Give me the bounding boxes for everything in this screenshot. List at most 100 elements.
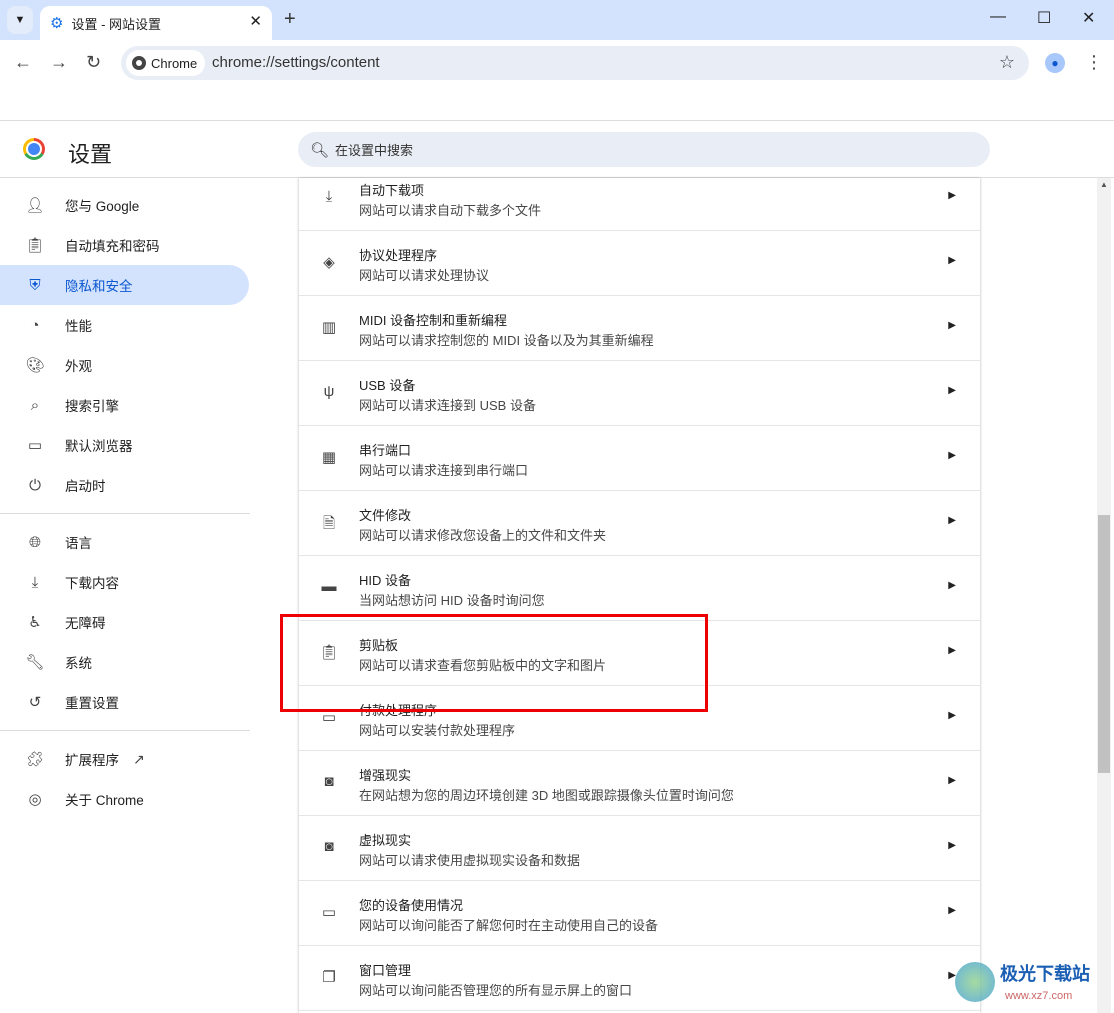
back-button[interactable]: ← [14, 52, 32, 73]
close-tab-icon[interactable]: ✕ [249, 12, 262, 30]
chevron-right-icon[interactable]: ▶ [948, 905, 956, 916]
sidebar-item-label: 默认浏览器 [65, 439, 133, 454]
sidebar-item-label: 扩展程序 [65, 753, 119, 768]
sidebar-item-label: 隐私和安全 [65, 279, 133, 294]
settings-search-input[interactable]: 🔍︎ 在设置中搜索 [298, 132, 990, 167]
chevron-right-icon[interactable]: ▶ [948, 580, 956, 591]
external-link-icon[interactable]: ↗ [133, 751, 145, 768]
sidebar-item[interactable]: ⌕ 搜索引擎 [0, 385, 249, 425]
gear-icon: ⚙ [50, 15, 64, 32]
sidebar-item[interactable]: ▭ 默认浏览器 [0, 425, 249, 465]
reload-button[interactable]: ↻ [86, 52, 101, 73]
row-subtitle: 网站可以请求控制您的 MIDI 设备以及为其重新编程 [359, 333, 654, 348]
row-title: 文件修改 [359, 508, 412, 523]
download-icon: ⤓ [325, 188, 333, 205]
row-subtitle: 网站可以请求自动下载多个文件 [359, 203, 542, 218]
sidebar-item[interactable]: 📋︎ 自动填充和密码 [0, 225, 249, 265]
clipboard-icon: 📋︎ [25, 237, 45, 254]
shield-icon: ⛨ [29, 276, 41, 294]
protocol-icon: ◈ [323, 254, 335, 271]
settings-row[interactable]: ψ USB 设备网站可以请求连接到 USB 设备 ▶ [299, 361, 980, 426]
scrollbar[interactable]: ▲ [1097, 178, 1111, 1013]
chevron-right-icon[interactable]: ▶ [948, 320, 956, 331]
settings-row[interactable]: ◈ 协议处理程序 网站可以请求处理协议 ▶ [299, 231, 980, 296]
chevron-right-icon[interactable]: ▶ [948, 190, 956, 201]
row-subtitle: 网站可以请求连接到 USB 设备 [359, 398, 536, 413]
chevron-right-icon[interactable]: ▶ [948, 710, 956, 721]
row-title: 窗口管理 [359, 963, 412, 978]
bookmark-star-icon[interactable]: ☆ [999, 52, 1015, 73]
history-icon: ↺ [28, 694, 42, 711]
chevron-right-icon[interactable]: ▶ [948, 385, 956, 396]
sidebar-item-label: 搜索引擎 [65, 399, 119, 414]
tab-title: 设置 - 网站设置 [71, 16, 162, 32]
sidebar-item[interactable]: ⛨ 隐私和安全 [0, 265, 249, 305]
page-title: 设置 [68, 142, 113, 167]
settings-row[interactable]: ◙ 虚拟现实 网站可以请求使用虚拟现实设备和数据 ▶ [299, 816, 980, 881]
window-icon: ❐ [322, 969, 336, 986]
chevron-right-icon[interactable]: ▶ [948, 840, 956, 851]
chevron-right-icon[interactable]: ▶ [948, 775, 956, 786]
profile-avatar[interactable]: ● [1045, 53, 1065, 73]
search-placeholder: 在设置中搜索 [335, 143, 414, 158]
sidebar-item[interactable]: ⏻ 启动时 [0, 465, 249, 505]
sidebar-item-label: 系统 [65, 656, 92, 671]
sidebar-item[interactable]: 🌐︎ 语言 [0, 522, 249, 562]
devices-icon: ▭ [321, 904, 337, 921]
sidebar-item-label: 下载内容 [65, 576, 119, 591]
forward-button[interactable]: → [50, 52, 68, 73]
person-icon: 👤︎ [25, 197, 45, 214]
row-subtitle: 在网站想为您的周边环境创建 3D 地图或跟踪摄像头位置时询问您 [359, 788, 734, 803]
usb-icon: ψ [323, 383, 335, 400]
chevron-right-icon[interactable]: ▶ [948, 515, 956, 526]
settings-row[interactable]: ❐ 窗口管理 网站可以询问能否管理您的所有显示屏上的窗口 ▶ [299, 946, 980, 1011]
browser-icon: ▭ [27, 437, 43, 454]
chevron-right-icon[interactable]: ▶ [948, 255, 956, 266]
address-bar[interactable]: Chrome chrome://settings/content ☆ [121, 46, 1029, 80]
sidebar-item-label: 关于 Chrome [65, 793, 144, 808]
sidebar-divider [0, 730, 250, 731]
sidebar-item[interactable]: 👤︎ 您与 Google [0, 185, 249, 225]
settings-header: 设置 🔍︎ 在设置中搜索 [0, 120, 1114, 178]
settings-row[interactable]: 🗎︎ 文件修改 网站可以请求修改您设备上的文件和文件夹 ▶ [299, 491, 980, 556]
sidebar-item[interactable]: 🧩︎ 扩展程序 ↗ [0, 739, 249, 779]
sidebar-item[interactable]: 🔧︎ 系统 [0, 642, 249, 682]
scroll-up-icon[interactable]: ▲ [1100, 180, 1108, 189]
scrollbar-thumb[interactable] [1098, 515, 1110, 773]
sidebar-item[interactable]: ↺ 重置设置 [0, 682, 249, 722]
chevron-right-icon[interactable]: ▶ [948, 645, 956, 656]
site-info-chip[interactable]: Chrome [126, 50, 206, 76]
settings-row[interactable]: ◙ 增强现实 在网站想为您的周边环境创建 3D 地图或跟踪摄像头位置时询问您 ▶ [299, 751, 980, 816]
chrome-icon [132, 56, 146, 70]
sidebar-item[interactable]: ♿︎ 无障碍 [0, 602, 249, 642]
sidebar-item[interactable]: 🎨︎ 外观 [0, 345, 249, 385]
piano-icon: ▥ [321, 319, 337, 336]
new-tab-button[interactable]: + [284, 8, 296, 31]
settings-row[interactable]: ▬ HID 设备 当网站想访问 HID 设备时询问您 ▶ [299, 556, 980, 621]
accessibility-icon: ♿︎ [28, 614, 42, 631]
sidebar-item-label: 启动时 [65, 479, 106, 494]
tab-settings[interactable]: ⚙ 设置 - 网站设置 ✕ [40, 6, 272, 40]
sidebar-item[interactable]: ⤓ 下载内容 [0, 562, 249, 602]
sidebar-item[interactable]: ◔ 性能 [0, 305, 249, 345]
sidebar-item-label: 自动填充和密码 [65, 239, 160, 254]
settings-row[interactable]: ▭ 您的设备使用情况 网站可以询问能否了解您何时在主动使用自己的设备 ▶ [299, 881, 980, 946]
sidebar-item[interactable]: ◎ 关于 Chrome [0, 779, 249, 819]
chip-label: Chrome [151, 55, 198, 71]
sidebar-item-label: 语言 [65, 536, 92, 551]
more-menu-icon[interactable]: ⋮ [1085, 52, 1103, 73]
settings-row[interactable]: ⤓ 自动下载项 网站可以请求自动下载多个文件 ▶ [299, 178, 980, 231]
minimize-button[interactable]: — [990, 8, 1006, 26]
row-title: USB 设备 [359, 378, 416, 393]
file-edit-icon: 🗎︎ [322, 515, 336, 532]
close-window-button[interactable]: ✕ [1082, 8, 1095, 28]
ar-icon: ◙ [324, 773, 334, 790]
sidebar: 👤︎ 您与 Google 📋︎ 自动填充和密码 ⛨ 隐私和安全 ◔ 性能 🎨︎ 外观 ⌕ 搜索引擎 ▭ 默… [0, 178, 260, 1013]
tab-search-button[interactable]: ▼ [7, 6, 33, 34]
settings-row[interactable]: ▦ 串行端口 网站可以请求连接到串行端口 ▶ [299, 426, 980, 491]
url-text[interactable]: chrome://settings/content [212, 54, 380, 71]
chevron-right-icon[interactable]: ▶ [948, 450, 956, 461]
row-subtitle: 网站可以询问能否管理您的所有显示屏上的窗口 [359, 983, 633, 998]
maximize-button[interactable]: ☐ [1037, 8, 1051, 28]
settings-row[interactable]: ▥ MIDI 设备控制和重新编程 网站可以请求控制您的 MIDI 设备以及为其重新编… [299, 296, 980, 361]
